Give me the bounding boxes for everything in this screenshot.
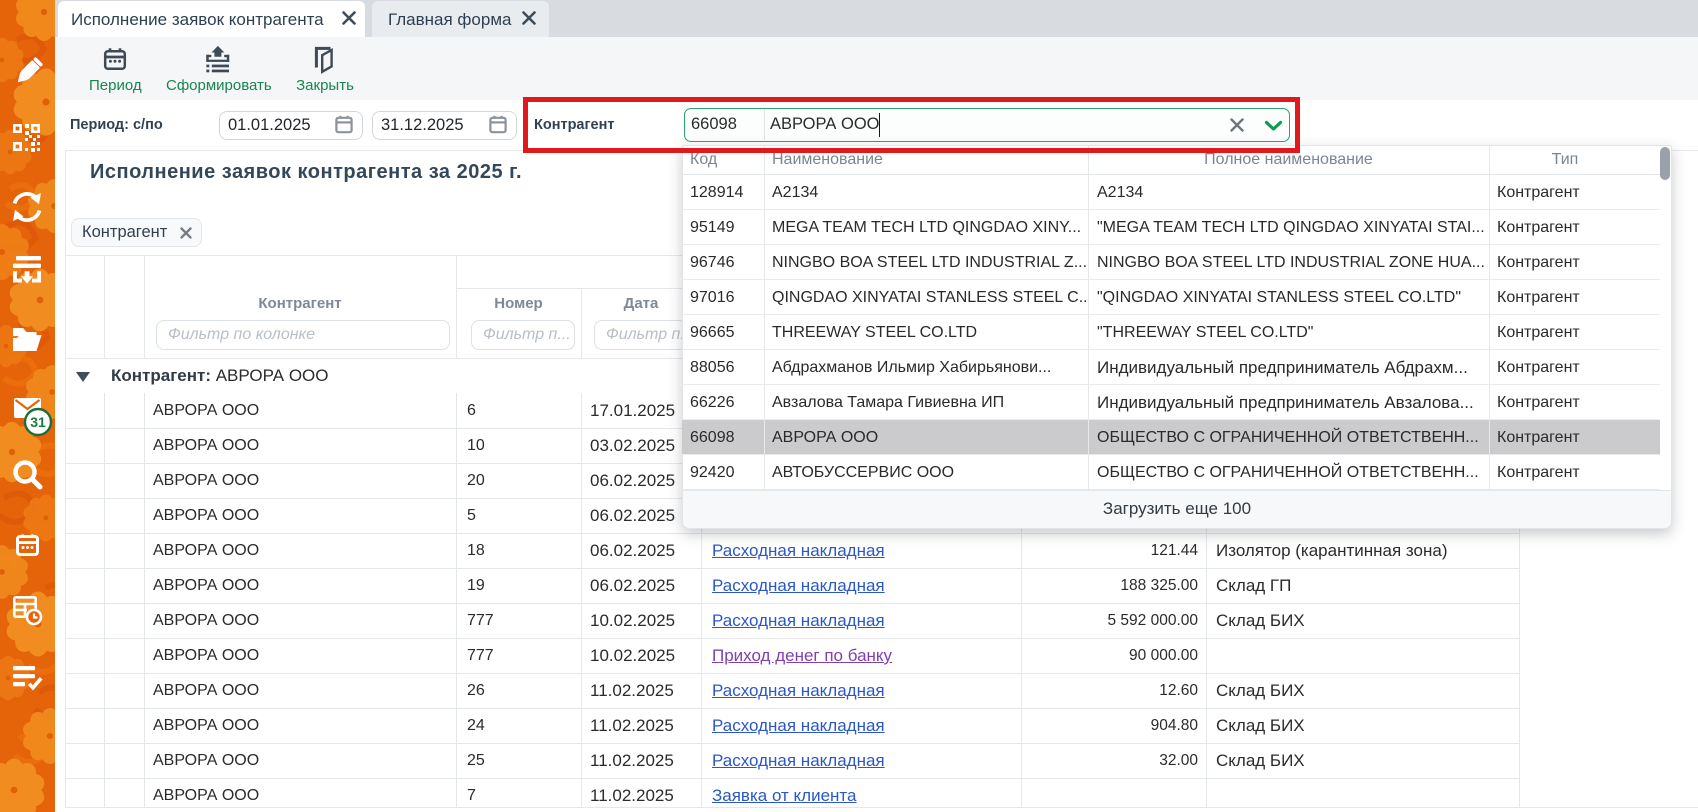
svg-text:31: 31 (30, 414, 46, 430)
